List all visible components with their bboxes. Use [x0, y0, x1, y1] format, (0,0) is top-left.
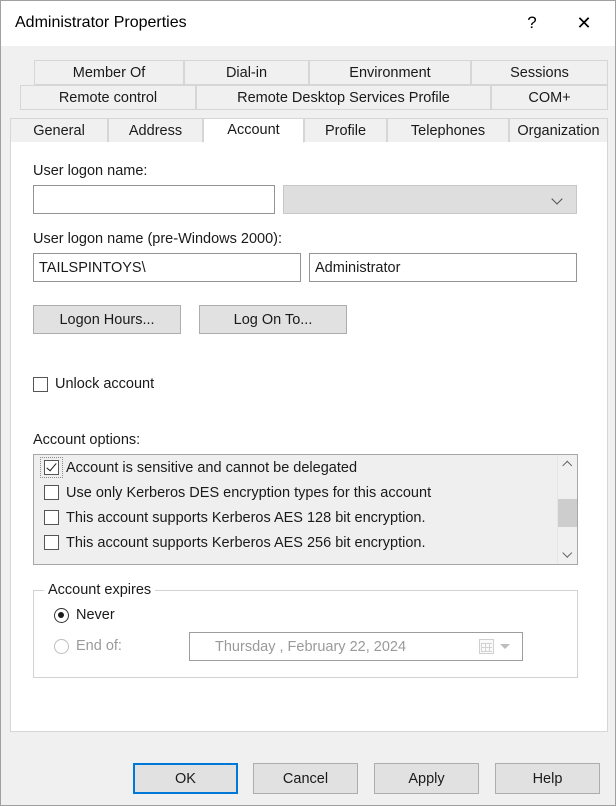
account-expires-end-of-row[interactable]: End of: — [54, 638, 122, 654]
user-logon-name-input[interactable] — [33, 185, 275, 214]
logon-hours-button[interactable]: Logon Hours... — [33, 305, 181, 334]
tab-account[interactable]: Account — [203, 118, 304, 143]
upn-suffix-dropdown[interactable] — [283, 185, 577, 214]
account-expires-date-picker[interactable]: Thursday , February 22, 2024 — [189, 632, 523, 661]
tab-environment[interactable]: Environment — [309, 60, 471, 85]
listbox-scrollbar[interactable] — [557, 455, 577, 564]
user-logon-name-label: User logon name: — [33, 163, 148, 179]
option-label: This account supports Kerberos AES 256 b… — [66, 534, 426, 551]
account-options-label: Account options: — [33, 432, 141, 448]
list-item[interactable]: Use only Kerberos DES encryption types f… — [34, 480, 577, 505]
administrator-properties-dialog: Administrator Properties ? ✕ Member Of D… — [0, 0, 616, 806]
never-label: Never — [76, 607, 115, 623]
tab-telephones[interactable]: Telephones — [387, 118, 509, 143]
account-options-listbox[interactable]: Account is sensitive and cannot be deleg… — [33, 454, 578, 565]
chevron-down-icon[interactable] — [500, 644, 510, 649]
scrollbar-thumb[interactable] — [558, 499, 577, 527]
tab-sessions[interactable]: Sessions — [471, 60, 608, 85]
pre-windows-2000-user-input[interactable] — [309, 253, 577, 282]
option-label: Use only Kerberos DES encryption types f… — [66, 484, 432, 501]
dialog-footer: OK Cancel Apply Help — [1, 756, 615, 805]
scroll-down-icon[interactable] — [558, 545, 577, 564]
scroll-up-icon[interactable] — [558, 455, 577, 474]
account-tab-panel: User logon name: User logon name (pre-Wi… — [10, 142, 608, 732]
window-title: Administrator Properties — [15, 14, 187, 31]
tab-profile[interactable]: Profile — [304, 118, 387, 143]
option-checkbox-sensitive[interactable] — [44, 460, 59, 475]
unlock-account-label: Unlock account — [55, 376, 155, 392]
account-expires-group: Account expires Never End of: Thursday ,… — [33, 582, 578, 678]
account-expires-date-value: Thursday , February 22, 2024 — [215, 638, 407, 655]
list-item[interactable]: This account supports Kerberos AES 256 b… — [34, 530, 577, 555]
account-expires-title: Account expires — [44, 582, 156, 598]
tab-address[interactable]: Address — [108, 118, 203, 143]
unlock-account-checkbox-row[interactable]: Unlock account — [33, 376, 154, 392]
help-button[interactable]: Help — [495, 763, 600, 794]
list-item[interactable]: This account supports Kerberos AES 128 b… — [34, 505, 577, 530]
tab-dial-in[interactable]: Dial-in — [184, 60, 309, 85]
option-label: Account is sensitive and cannot be deleg… — [66, 459, 358, 476]
tab-row-1: Member Of Dial-in Environment Sessions — [10, 60, 608, 85]
cancel-button[interactable]: Cancel — [253, 763, 358, 794]
calendar-icon — [479, 639, 494, 654]
title-bar: Administrator Properties ? ✕ — [1, 1, 615, 47]
tab-strip: Member Of Dial-in Environment Sessions R… — [10, 60, 608, 143]
log-on-to-button[interactable]: Log On To... — [199, 305, 347, 334]
chevron-down-icon — [564, 551, 572, 559]
list-item[interactable]: Account is sensitive and cannot be deleg… — [34, 455, 577, 480]
pre-windows-2000-label: User logon name (pre-Windows 2000): — [33, 231, 283, 247]
close-icon[interactable]: ✕ — [561, 1, 607, 45]
chevron-down-icon — [553, 194, 564, 205]
tab-general[interactable]: General — [10, 118, 108, 143]
end-of-label: End of: — [76, 638, 122, 654]
help-icon[interactable]: ? — [509, 1, 555, 45]
option-checkbox-aes-128[interactable] — [44, 510, 59, 525]
tab-remote-control[interactable]: Remote control — [20, 85, 196, 110]
account-expires-never-row[interactable]: Never — [54, 607, 115, 623]
unlock-account-checkbox[interactable] — [33, 376, 48, 392]
option-checkbox-kerberos-des[interactable] — [44, 485, 59, 500]
option-label: This account supports Kerberos AES 128 b… — [66, 509, 426, 526]
radio-end-of[interactable] — [54, 638, 69, 654]
tab-row-2: Remote control Remote Desktop Services P… — [10, 85, 608, 110]
radio-never[interactable] — [54, 607, 69, 623]
chevron-up-icon — [564, 461, 572, 469]
tab-remote-desktop-services-profile[interactable]: Remote Desktop Services Profile — [196, 85, 491, 110]
tab-com-plus[interactable]: COM+ — [491, 85, 608, 110]
pre-windows-2000-domain-input[interactable] — [33, 253, 301, 282]
tab-organization[interactable]: Organization — [509, 118, 608, 143]
tab-member-of[interactable]: Member Of — [34, 60, 184, 85]
tab-row-3: General Address Account Profile Telephon… — [10, 110, 608, 143]
ok-button[interactable]: OK — [133, 763, 238, 794]
apply-button[interactable]: Apply — [374, 763, 479, 794]
option-checkbox-aes-256[interactable] — [44, 535, 59, 550]
